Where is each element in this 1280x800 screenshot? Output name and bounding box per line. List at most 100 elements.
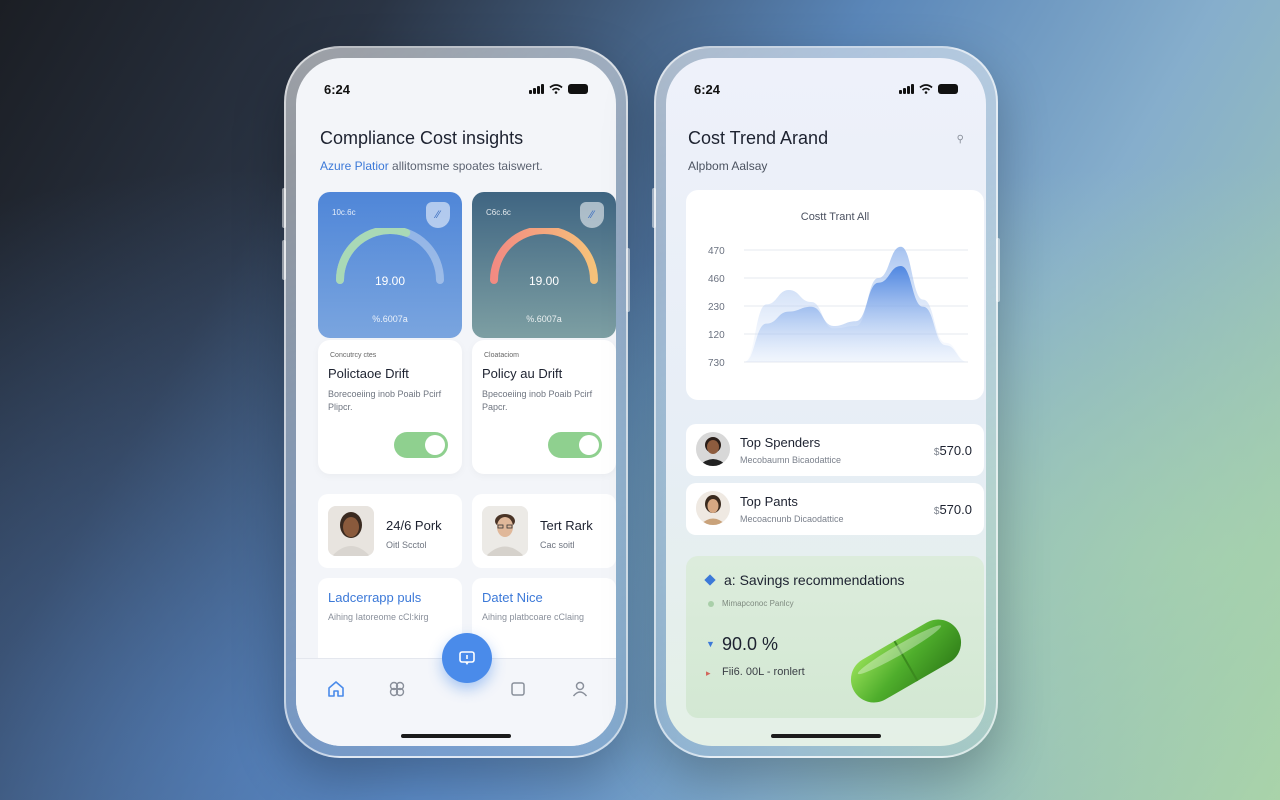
spender-name: Top Pants: [740, 494, 798, 509]
spender-sub: Mecoacnunb Dicaodattice: [740, 514, 844, 524]
page-subtitle: Alpbom Aalsay: [688, 159, 768, 173]
trend-chart: Costt Trant All 470 460 230 120 730: [708, 211, 968, 369]
page-title: Cost Trend Arand: [688, 128, 829, 148]
person-sub: Cac soitl: [540, 540, 575, 550]
spender-sub: Mecobaumn Bicaodattice: [740, 455, 842, 465]
screen: 6:24 Compliance Cost insights Azure Plat…: [296, 58, 616, 746]
phone-right: 6:24 Cost Trend Arand ⚲ Alpbom Aalsay Co…: [652, 46, 1000, 758]
avatar: [696, 432, 730, 466]
arrow-down-icon: ▸: [706, 668, 711, 678]
amount-value: 570.0: [939, 443, 972, 458]
person-card[interactable]: 24/6 Pork Oitl Scctol: [318, 494, 462, 568]
y-tick-label: 460: [708, 274, 725, 285]
volume-button: [282, 188, 286, 228]
chart-title: Costt Trant All: [801, 211, 869, 223]
policy-card[interactable]: Concutrcy ctes Polictaoe Drift Borecoeii…: [318, 340, 462, 474]
gauge-code: C6c.6c: [486, 208, 511, 217]
link-card[interactable]: Ladcerrapp puls Aihing Iatoreome cCl:kir…: [318, 578, 462, 668]
spender-row[interactable]: Top Pants Mecoacnunb Dicaodattice $570.0: [686, 483, 984, 535]
savings-title-text: Savings recommendations: [739, 572, 905, 588]
page-title: Compliance Cost insights: [320, 128, 524, 148]
avatar: [696, 491, 730, 525]
person-card[interactable]: Tert Rark Cac soitl: [472, 494, 616, 568]
status-bar: 6:24: [694, 80, 958, 98]
signal-icon: [529, 84, 544, 94]
avatar: [328, 506, 374, 556]
amount-value: 570.0: [939, 502, 972, 517]
policy-kicker: Cloataciom: [484, 352, 520, 359]
page-subtitle: Azure Platior allitomsme spoates taiswer…: [320, 159, 543, 173]
policy-toggle[interactable]: [394, 432, 448, 458]
link-title[interactable]: Ladcerrapp puls: [328, 590, 421, 605]
avatar: [482, 506, 528, 556]
battery-icon: [938, 84, 958, 94]
capsule-icon: [850, 619, 962, 703]
savings-note: Mimapconoc Panlcy: [722, 599, 794, 608]
power-button: [996, 238, 1000, 302]
savings-prefix: a:: [724, 572, 736, 588]
status-time: 6:24: [324, 81, 351, 97]
gauge-card[interactable]: 10c.6c ⁄⁄ 19.00 %.6007a: [318, 192, 462, 338]
link-sub: Aihing platbcoare cClaing: [482, 612, 585, 622]
dot-icon: [708, 601, 714, 607]
trend-chart-card: Costt Trant All 470 460 230 120 730: [686, 190, 984, 400]
background: [0, 0, 1280, 800]
gauge-value: 19.00: [374, 274, 406, 288]
home-indicator: [771, 734, 881, 738]
square-icon[interactable]: [508, 679, 528, 699]
screen: 6:24 Cost Trend Arand ⚲ Alpbom Aalsay Co…: [666, 58, 986, 746]
tab-bar: [296, 633, 616, 746]
shield-icon[interactable]: ⁄⁄: [580, 202, 604, 228]
person-name: 24/6 Pork: [386, 518, 442, 533]
home-indicator: [401, 734, 511, 738]
savings-percent: 90.0 %: [722, 634, 779, 654]
policy-desc: Bpecoeiing inob Poaib Pcirf Papcr.: [482, 389, 593, 412]
link-title[interactable]: Datet Nice: [482, 590, 543, 605]
spender-name: Top Spenders: [740, 435, 821, 450]
status-bar: 6:24: [324, 80, 588, 98]
spender-amount: $570.0: [934, 443, 972, 458]
pin-icon[interactable]: ⚲: [957, 134, 964, 145]
gauge-footer: %.6007a: [526, 314, 562, 324]
gauge-code: 10c.6c: [332, 208, 356, 217]
home-icon[interactable]: [326, 679, 346, 699]
status-time: 6:24: [694, 81, 721, 97]
y-tick-label: 120: [708, 330, 725, 341]
volume-button: [282, 240, 286, 280]
diamond-icon: [704, 574, 716, 586]
savings-title: a: Savings recommendations: [724, 572, 905, 588]
savings-card[interactable]: a: Savings recommendations Mimapconoc Pa…: [686, 556, 984, 718]
volume-button: [652, 188, 656, 228]
subtitle-text: allitomsme spoates taiswert.: [388, 159, 543, 173]
y-tick-label: 230: [708, 302, 725, 313]
policy-toggle[interactable]: [548, 432, 602, 458]
gauge-card[interactable]: C6c.6c ⁄⁄ 19.00 %.6007a: [472, 192, 616, 338]
policy-kicker: Concutrcy ctes: [330, 352, 377, 359]
wifi-icon: [919, 84, 933, 94]
shield-icon[interactable]: ⁄⁄: [426, 202, 450, 228]
spender-amount: $570.0: [934, 502, 972, 517]
y-tick-label: 730: [708, 358, 725, 369]
status-icons: [899, 84, 958, 94]
signal-icon: [899, 84, 914, 94]
phone-left: 6:24 Compliance Cost insights Azure Plat…: [282, 46, 630, 758]
apps-icon[interactable]: [387, 679, 407, 699]
user-icon[interactable]: [570, 679, 590, 699]
status-icons: [529, 84, 588, 94]
policy-card[interactable]: Cloataciom Policy au Drift Bpecoeiing in…: [472, 340, 616, 474]
chat-button[interactable]: [442, 633, 492, 683]
y-tick-label: 470: [708, 246, 725, 257]
link-card[interactable]: Datet Nice Aihing platbcoare cClaing: [472, 578, 616, 668]
person-sub: Oitl Scctol: [386, 540, 427, 550]
policy-title: Policy au Drift: [482, 366, 563, 381]
person-name: Tert Rark: [540, 518, 593, 533]
policy-desc: Borecoeiing inob Poaib Pcirf Plipcr.: [328, 389, 442, 412]
power-button: [626, 248, 630, 312]
subtitle-accent[interactable]: Azure Platior: [320, 159, 389, 173]
battery-icon: [568, 84, 588, 94]
chat-icon: [459, 651, 475, 665]
policy-title: Polictaoe Drift: [328, 366, 409, 381]
arrow-up-icon: ▼: [706, 639, 715, 649]
spender-row[interactable]: Top Spenders Mecobaumn Bicaodattice $570…: [686, 424, 984, 476]
gauge-value: 19.00: [528, 274, 560, 288]
